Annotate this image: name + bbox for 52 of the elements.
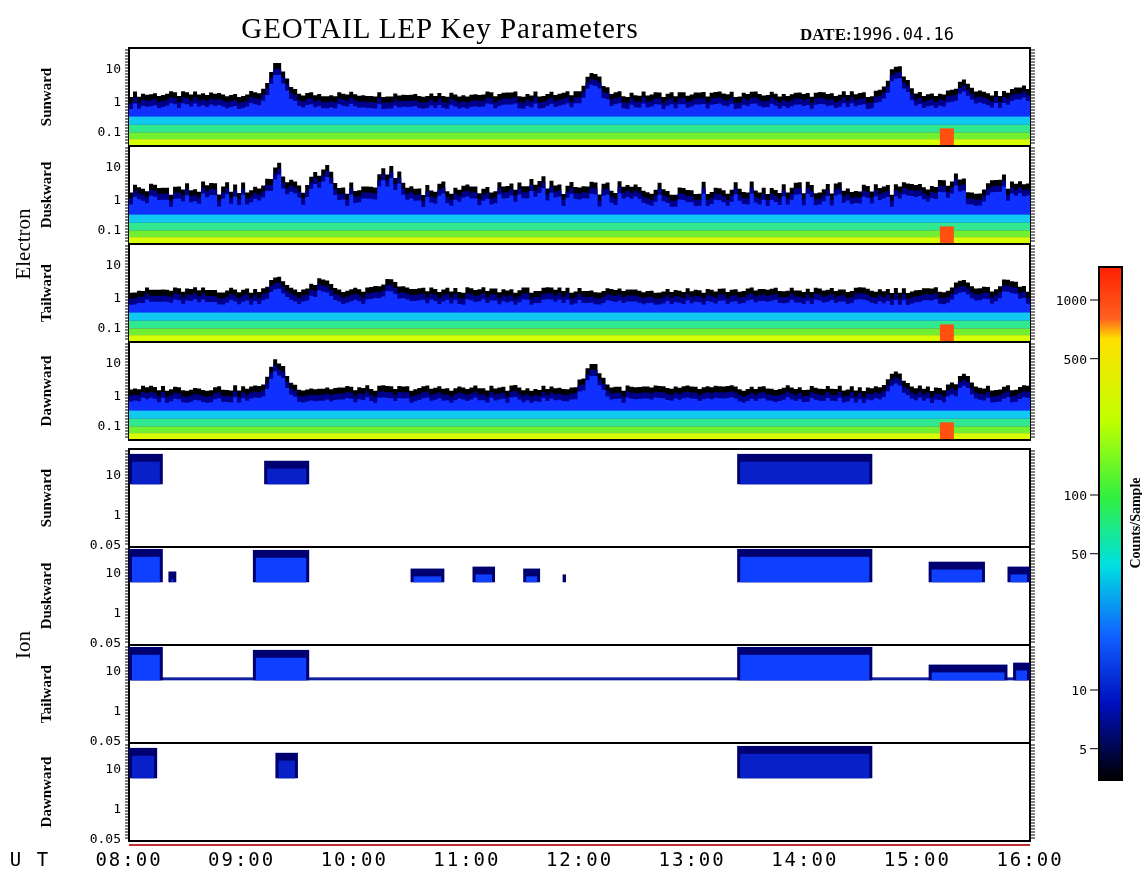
group-label: Electron [11,208,35,280]
group-label: Ion [11,631,35,659]
date-label: DATE:1996.04.16 [800,24,954,44]
x-tick-label: 08:00 [95,848,163,870]
x-tick-label: 12:00 [545,848,614,870]
direction-label: Sunward [38,468,54,528]
color-scale-label: 100 [1063,488,1087,503]
y-tick-label: 0.1 [97,418,121,434]
y-tick-label: 0.05 [89,635,121,651]
color-scale-label: 5 [1079,741,1087,757]
y-tick-label: 1 [113,191,121,207]
color-scale-label: 500 [1063,351,1087,367]
y-tick-label: 1 [113,604,121,620]
x-tick-label: 10:00 [320,848,388,870]
y-tick-label: 10 [105,256,121,272]
x-tick-label: 11:00 [433,848,501,870]
y-tick-label: 1 [113,93,121,109]
y-tick-label: 1 [113,800,121,816]
color-scale-label: 10 [1071,683,1087,698]
y-tick-label: 10 [105,60,121,76]
direction-label: Dawnward [38,355,54,427]
color-scale-label: 50 [1071,546,1087,562]
y-tick-label: 10 [105,158,121,174]
direction-label: Tailward [38,264,54,322]
direction-label: Sunward [38,67,54,127]
plot-title: GEOTAIL LEP Key Parameters [241,12,639,44]
y-tick-label: 10 [105,467,121,483]
y-tick-label: 1 [113,506,121,522]
y-tick-label: 10 [105,663,121,679]
y-tick-label: 0.1 [97,320,121,336]
y-tick-label: 1 [113,289,121,305]
x-tick-label: 15:00 [883,848,951,870]
color-scale-label: 1000 [1055,293,1087,308]
x-tick-label: 16:00 [996,848,1064,870]
x-tick-label: 09:00 [208,848,276,870]
direction-label: Duskward [38,161,54,229]
y-tick-label: 10 [105,761,121,777]
y-tick-label: 0.1 [97,222,121,238]
x-axis-label: U T [9,848,51,870]
y-tick-label: 1 [113,387,121,403]
direction-label: Duskward [38,562,54,630]
y-tick-label: 0.1 [97,124,121,140]
y-tick-label: 10 [105,565,121,581]
direction-label: Dawnward [38,756,54,828]
direction-label: Tailward [38,665,54,723]
y-tick-label: 0.05 [89,733,121,749]
y-tick-label: 1 [113,702,121,718]
y-tick-label: 0.05 [89,537,121,553]
x-tick-label: 13:00 [658,848,726,870]
y-tick-label: 0.05 [89,831,121,847]
x-tick-label: 14:00 [771,848,839,870]
y-tick-label: 10 [105,354,121,370]
